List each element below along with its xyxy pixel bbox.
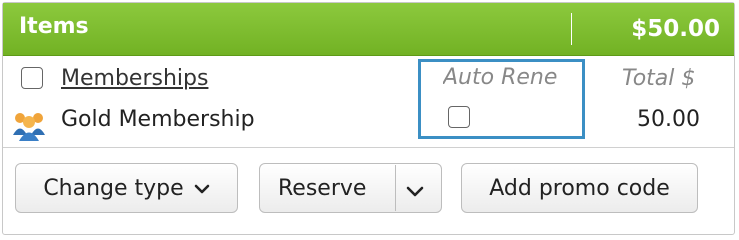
auto-renew-highlight	[418, 59, 585, 139]
people-group-icon	[11, 107, 47, 143]
header-total: $50.00	[631, 16, 720, 42]
reserve-label: Reserve	[278, 175, 367, 201]
reserve-split-separator	[395, 165, 396, 211]
select-all-checkbox[interactable]	[21, 67, 43, 89]
section-divider	[3, 147, 734, 148]
items-panel: Items $50.00 Memberships Auto Rene Total…	[2, 2, 735, 235]
item-price: 50.00	[637, 107, 700, 132]
change-type-label: Change type	[43, 175, 184, 201]
header-title: Items	[19, 14, 89, 39]
change-type-button[interactable]: Change type	[15, 163, 238, 213]
reserve-dropdown-chevron-icon[interactable]	[406, 182, 424, 201]
add-promo-code-button[interactable]: Add promo code	[461, 163, 698, 213]
header-divider	[571, 13, 572, 45]
chevron-down-icon	[194, 176, 210, 201]
total-column-header: Total $	[622, 66, 696, 91]
memberships-column-link[interactable]: Memberships	[61, 66, 208, 91]
items-header: Items $50.00	[3, 3, 734, 56]
item-name: Gold Membership	[61, 107, 255, 132]
add-promo-code-label: Add promo code	[489, 175, 670, 201]
